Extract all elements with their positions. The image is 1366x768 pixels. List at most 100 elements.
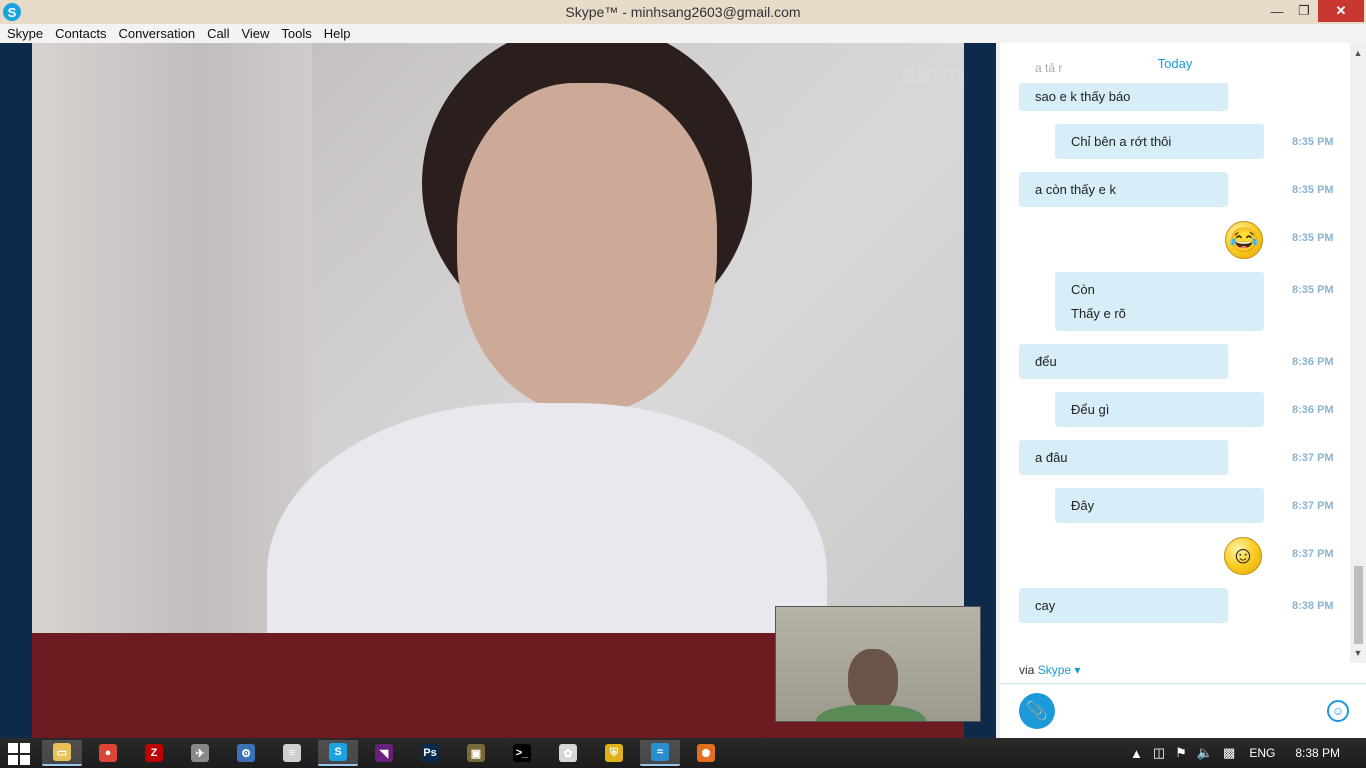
self-body	[816, 705, 926, 721]
windows-logo-icon	[8, 743, 18, 753]
self-view-video[interactable]	[775, 606, 981, 722]
app-bird-icon: ✈	[191, 744, 209, 762]
window-title: Skype™ - minhsang2603@gmail.com	[565, 4, 801, 20]
app-tools-icon: ⚙	[237, 744, 255, 762]
show-hidden-icons-icon[interactable]: ▲	[1130, 746, 1143, 761]
chat-scrollbar[interactable]: ▲ ▼	[1350, 43, 1366, 663]
title-bar: S Skype™ - minhsang2603@gmail.com — ❐ ✕	[0, 0, 1366, 24]
menu-view[interactable]: View	[236, 26, 274, 41]
file-explorer-icon: ▭	[53, 743, 71, 761]
paperclip-icon: 📎	[1025, 700, 1049, 721]
input-language[interactable]: ENG	[1249, 746, 1275, 760]
app-paint-icon: ✿	[559, 744, 577, 762]
emoticon-button[interactable]: ☺	[1327, 700, 1349, 722]
volume-icon[interactable]: 🔈	[1197, 745, 1213, 761]
message-timestamp: 8:36 PM	[1292, 356, 1334, 368]
menu-help[interactable]: Help	[319, 26, 356, 41]
self-head	[848, 649, 898, 711]
taskbar-app-bird-button[interactable]: ✈	[180, 740, 220, 766]
message-text: sao e k thấy báo	[1035, 89, 1131, 104]
message-bubble-incoming[interactable]: đểu	[1019, 344, 1228, 379]
message-timestamp: 8:37 PM	[1292, 548, 1334, 560]
message-bubble-incoming[interactable]: a còn thấy e k	[1019, 172, 1228, 207]
media-player-icon: ▣	[467, 744, 485, 762]
close-button[interactable]: ✕	[1318, 0, 1364, 22]
message-text: đểu	[1035, 353, 1057, 369]
compose-area: 📎 ☺	[1000, 683, 1366, 738]
menu-contacts[interactable]: Contacts	[50, 26, 111, 41]
windows-logo-icon	[20, 743, 30, 753]
security-shield-icon: ⛨	[605, 744, 623, 762]
message-bubble-outgoing[interactable]: Đây	[1055, 488, 1264, 523]
message-bubble-incoming[interactable]: sao e k thấy báo	[1019, 83, 1228, 111]
taskbar: ▭ ● Z ✈ ⚙ ≡ S ◥ Ps ▣ >_ ✿ ⛨ ≈ ✺ ▲ ◫ ⚑ 🔈 ▩ ENG 8:38 PM	[0, 738, 1366, 768]
scroll-down-arrow-icon[interactable]: ▼	[1350, 645, 1366, 661]
message-bubble-outgoing[interactable]: Còn Thấy e rõ	[1055, 272, 1264, 331]
message-timestamp: 8:36 PM	[1292, 404, 1334, 416]
message-bubble-incoming[interactable]: a đâu	[1019, 440, 1228, 475]
taskbar-app-document-button[interactable]: ≡	[272, 740, 312, 766]
device-icon[interactable]: ◫	[1153, 745, 1165, 761]
menu-call[interactable]: Call	[202, 26, 234, 41]
message-text: cay	[1035, 597, 1056, 613]
message-timestamp: 8:35 PM	[1292, 232, 1334, 244]
network-app-icon: ≈	[651, 743, 669, 761]
message-bubble-outgoing[interactable]: Chỉ bên a rớt thôi	[1055, 124, 1264, 159]
message-text: Đểu gì	[1071, 401, 1110, 417]
taskbar-chrome-button[interactable]: ●	[88, 740, 128, 766]
message-text: Còn	[1071, 281, 1095, 297]
chat-history[interactable]: a tả r Today sao e k thấy báo Chỉ bên a …	[1000, 43, 1350, 663]
message-text: a còn thấy e k	[1035, 181, 1116, 197]
smile-emoji-icon: ☺	[1224, 537, 1262, 575]
taskbar-app-tools-button[interactable]: ⚙	[226, 740, 266, 766]
taskbar-media-player-button[interactable]: ▣	[456, 740, 496, 766]
taskbar-app-pinwheel-button[interactable]: ✺	[686, 740, 726, 766]
via-skype: via Skype ▾	[1019, 663, 1080, 677]
message-text: a đâu	[1035, 449, 1068, 465]
taskbar-visual-studio-button[interactable]: ◥	[364, 740, 404, 766]
skype-app-icon[interactable]: S	[3, 3, 21, 21]
taskbar-security-shield-button[interactable]: ⛨	[594, 740, 634, 766]
taskbar-network-app-button[interactable]: ≈	[640, 740, 680, 766]
start-button[interactable]	[8, 743, 30, 765]
menu-conversation[interactable]: Conversation	[113, 26, 200, 41]
message-input[interactable]	[1066, 698, 1316, 724]
skype-icon: S	[329, 743, 347, 761]
scroll-up-arrow-icon[interactable]: ▲	[1350, 45, 1366, 61]
menu-skype[interactable]: Skype	[2, 26, 48, 41]
photoshop-icon: Ps	[421, 744, 439, 762]
menu-tools[interactable]: Tools	[276, 26, 316, 41]
via-label: via	[1019, 663, 1035, 677]
message-bubble-outgoing[interactable]: Đểu gì	[1055, 392, 1264, 427]
attach-file-button[interactable]: 📎	[1019, 693, 1055, 729]
taskbar-app-paint-button[interactable]: ✿	[548, 740, 588, 766]
taskbar-command-prompt-button[interactable]: >_	[502, 740, 542, 766]
flag-icon[interactable]: ⚑	[1175, 745, 1187, 761]
system-tray: ▲ ◫ ⚑ 🔈 ▩ ENG 8:38 PM	[1130, 738, 1340, 768]
message-timestamp: 8:37 PM	[1292, 452, 1334, 464]
smiley-icon: ☺	[1331, 704, 1345, 718]
laughing-emoji-icon: 😂	[1225, 221, 1263, 259]
minimize-button[interactable]: —	[1262, 0, 1292, 22]
visual-studio-icon: ◥	[375, 744, 393, 762]
command-prompt-icon: >_	[513, 744, 531, 762]
taskbar-skype-button[interactable]: S	[318, 740, 358, 766]
scrollbar-thumb[interactable]	[1354, 566, 1363, 644]
filezilla-icon: Z	[145, 744, 163, 762]
network-icon[interactable]: ▩	[1223, 745, 1235, 761]
skype-watermark: skype	[900, 60, 964, 90]
taskbar-file-explorer-button[interactable]: ▭	[42, 740, 82, 766]
message-bubble-incoming[interactable]: cay	[1019, 588, 1228, 623]
message-timestamp: 8:38 PM	[1292, 600, 1334, 612]
video-call-area[interactable]: skype	[0, 43, 996, 738]
message-timestamp: 8:35 PM	[1292, 184, 1334, 196]
windows-logo-icon	[20, 755, 30, 765]
taskbar-filezilla-button[interactable]: Z	[134, 740, 174, 766]
taskbar-photoshop-button[interactable]: Ps	[410, 740, 450, 766]
message-text: Thấy e rõ	[1071, 305, 1126, 321]
chat-panel: a tả r Today sao e k thấy báo Chỉ bên a …	[1000, 43, 1366, 738]
maximize-button[interactable]: ❐	[1290, 0, 1318, 22]
via-skype-dropdown[interactable]: Skype ▾	[1038, 663, 1081, 677]
message-timestamp: 8:35 PM	[1292, 284, 1334, 296]
clock[interactable]: 8:38 PM	[1295, 746, 1340, 760]
